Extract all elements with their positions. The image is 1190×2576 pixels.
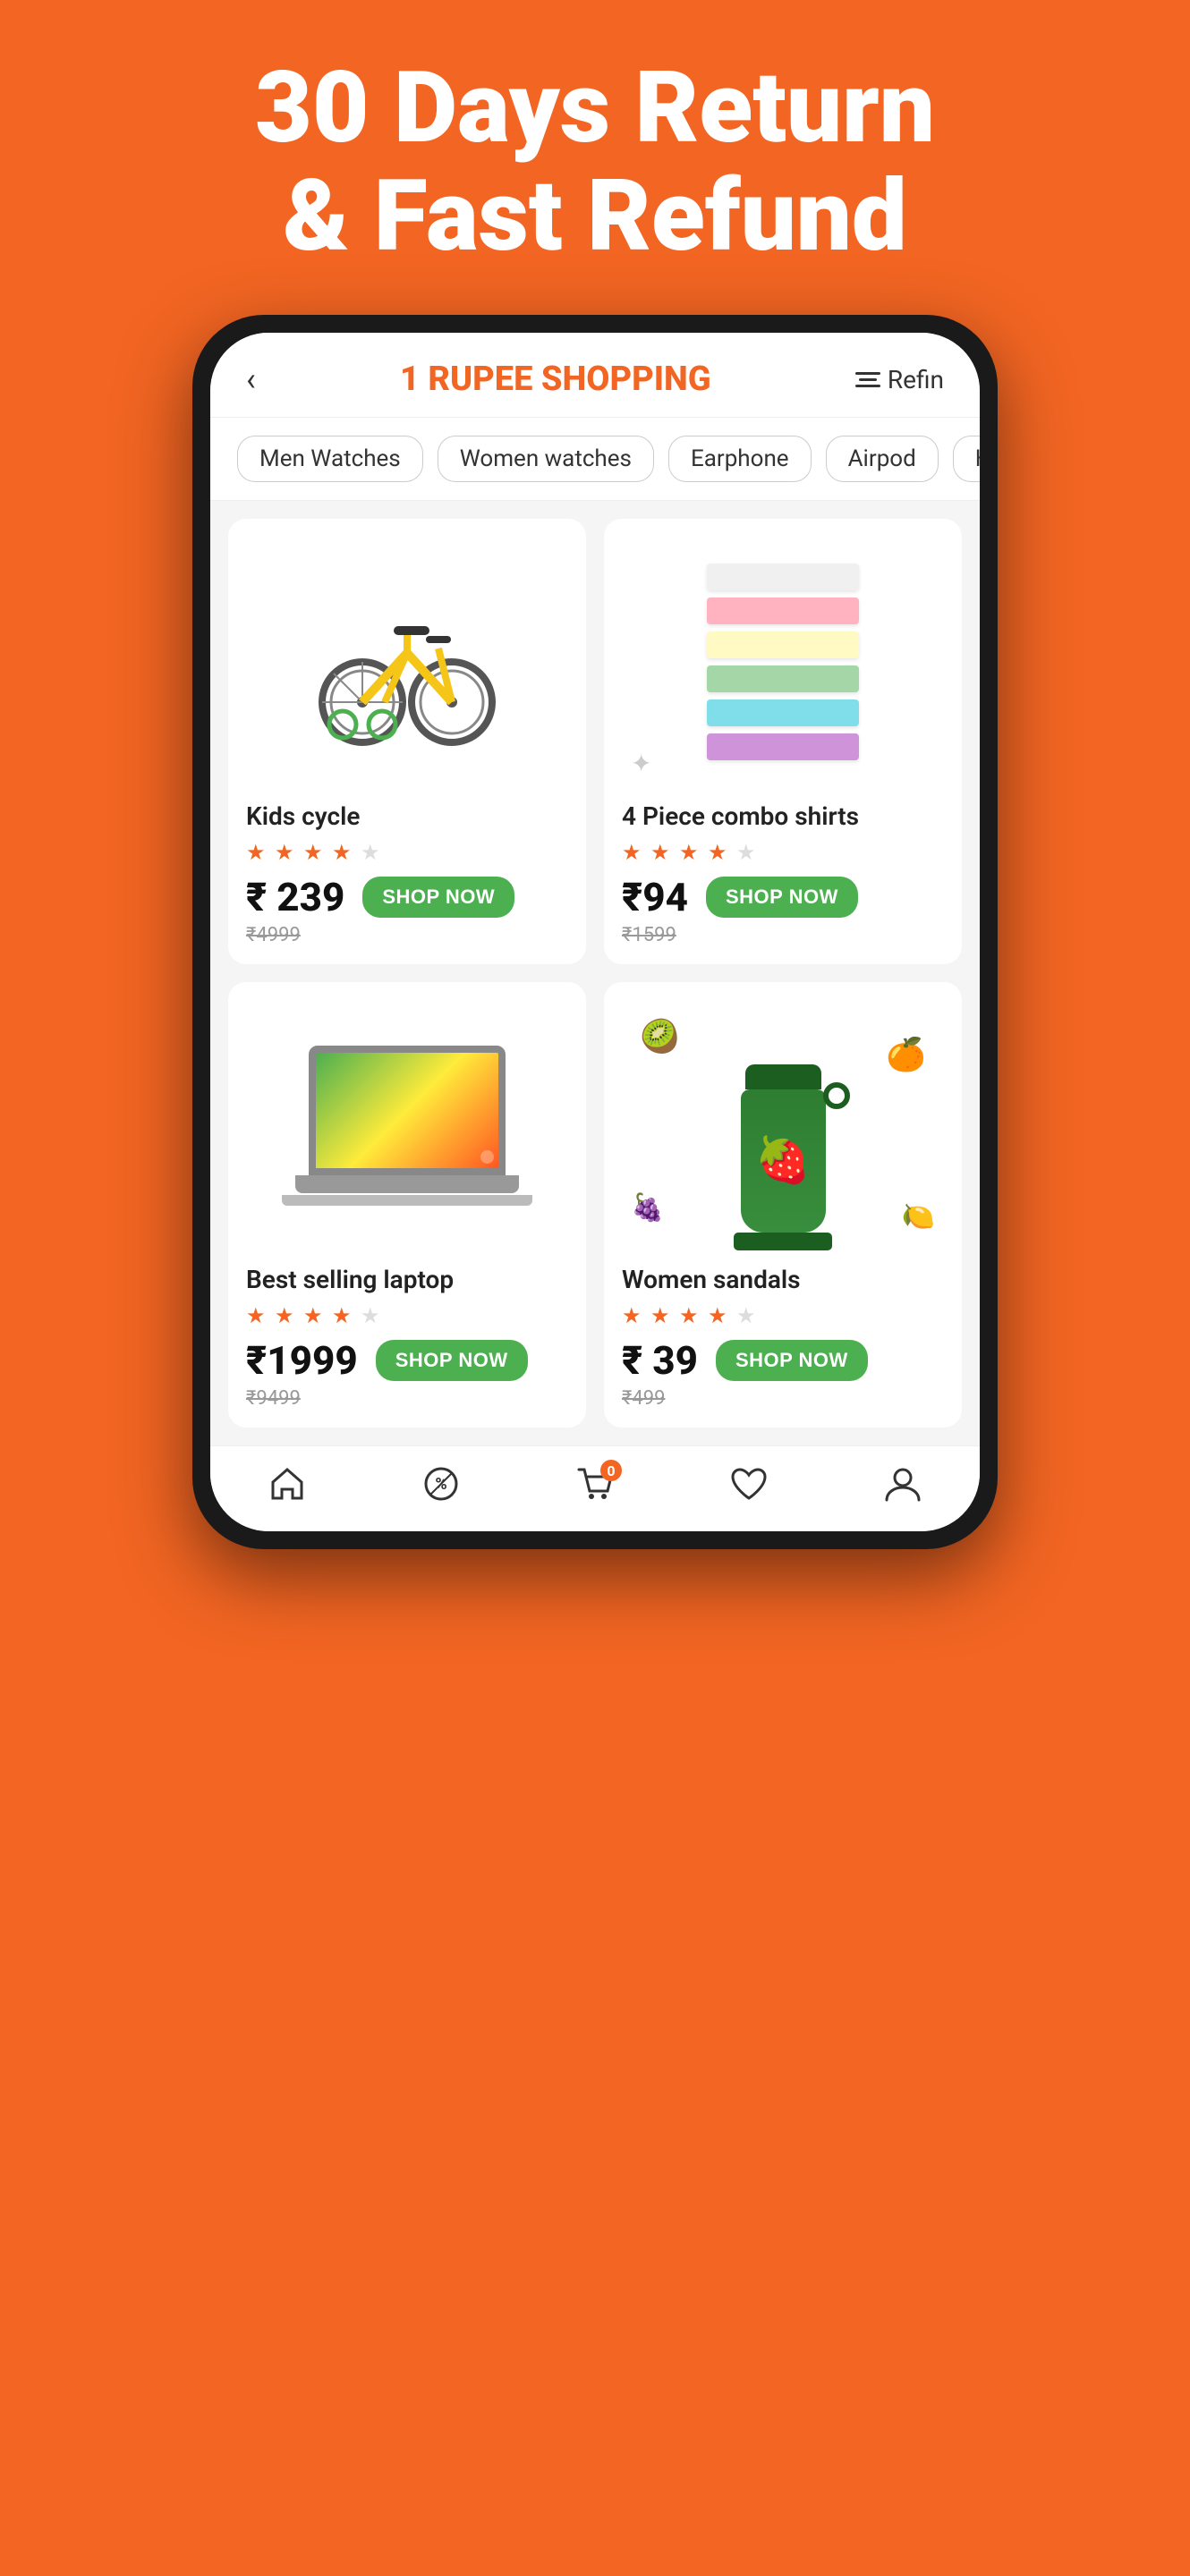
nav-home[interactable] [268,1464,307,1513]
bottom-nav: % 0 [210,1445,980,1531]
app-header: ‹ 1 RUPEE SHOPPING Refin [210,333,980,418]
hero-text: 30 Days Return & Fast Refund [183,0,1007,315]
shop-now-shirts[interactable]: SHOP NOW [706,877,858,918]
price-row-kids-cycle: ₹ 239 SHOP NOW [246,874,568,920]
product-image-shirts: ✦ [622,537,944,787]
product-rating-laptop: ★ ★ ★ ★ ★ [246,1303,568,1328]
price-row-shirts: ₹94 SHOP NOW [622,874,944,920]
hero-line2: & Fast Refund [255,162,935,270]
product-rating-shirts: ★ ★ ★ ★ ★ [622,840,944,865]
original-price-kids-cycle: ₹4999 [246,924,568,946]
price-row-laptop: ₹1999 SHOP NOW [246,1337,568,1384]
profile-icon [883,1464,922,1513]
hero-line1: 30 Days Return [255,54,935,162]
product-image-laptop [246,1000,568,1250]
product-name-shirts: 4 Piece combo shirts [622,801,944,831]
phone-screen: ‹ 1 RUPEE SHOPPING Refin Men Watches Wom… [210,333,980,1531]
category-airpod[interactable]: Airpod [826,436,939,482]
product-card-shirts[interactable]: ✦ 4 Piece combo shirts ★ ★ ★ ★ ★ ₹94 SHO… [604,519,962,964]
category-women-watches[interactable]: Women watches [438,436,654,482]
loading-mark: ✦ [631,749,651,778]
category-men-watches[interactable]: Men Watches [237,436,423,482]
current-price-shirts: ₹94 [622,874,688,920]
nav-cart[interactable]: 0 [575,1464,615,1513]
filter-icon [855,372,880,387]
app-title: 1 RUPEE SHOPPING [256,360,855,399]
products-grid: Kids cycle ★ ★ ★ ★ ★ ₹ 239 SHOP NOW ₹499… [210,501,980,1445]
price-row-blender: ₹ 39 SHOP NOW [622,1337,944,1384]
product-name-blender: Women sandals [622,1265,944,1294]
product-rating-kids-cycle: ★ ★ ★ ★ ★ [246,840,568,865]
product-image-kids-cycle [246,537,568,787]
original-price-shirts: ₹1599 [622,924,944,946]
nav-profile[interactable] [883,1464,922,1513]
original-price-laptop: ₹9499 [246,1387,568,1410]
original-price-blender: ₹499 [622,1387,944,1410]
category-helmets[interactable]: Helmets [953,436,980,482]
product-name-kids-cycle: Kids cycle [246,801,568,831]
filter-label: Refin [888,365,944,394]
categories-bar: Men Watches Women watches Earphone Airpo… [210,418,980,501]
current-price-laptop: ₹1999 [246,1337,358,1384]
shop-now-laptop[interactable]: SHOP NOW [376,1340,528,1381]
shop-now-kids-cycle[interactable]: SHOP NOW [362,877,514,918]
current-price-blender: ₹ 39 [622,1337,698,1384]
filter-button[interactable]: Refin [855,365,944,394]
product-rating-blender: ★ ★ ★ ★ ★ [622,1303,944,1328]
phone-mockup: ‹ 1 RUPEE SHOPPING Refin Men Watches Wom… [192,315,998,1549]
home-icon [268,1464,307,1513]
cart-badge: 0 [600,1460,622,1481]
offers-icon: % [421,1464,461,1513]
product-card-blender[interactable]: 🍓 🥝 🍊 🍇 🍋 Women sandals ★ [604,982,962,1428]
category-earphone[interactable]: Earphone [668,436,812,482]
product-name-laptop: Best selling laptop [246,1265,568,1294]
current-price-kids-cycle: ₹ 239 [246,874,344,920]
product-card-kids-cycle[interactable]: Kids cycle ★ ★ ★ ★ ★ ₹ 239 SHOP NOW ₹499… [228,519,586,964]
product-card-laptop[interactable]: Best selling laptop ★ ★ ★ ★ ★ ₹1999 SHOP… [228,982,586,1428]
product-image-blender: 🍓 🥝 🍊 🍇 🍋 [622,1000,944,1250]
shop-now-blender[interactable]: SHOP NOW [716,1340,868,1381]
heart-icon [729,1464,769,1513]
nav-offers[interactable]: % [421,1464,461,1513]
back-button[interactable]: ‹ [246,360,256,398]
nav-wishlist[interactable] [729,1464,769,1513]
